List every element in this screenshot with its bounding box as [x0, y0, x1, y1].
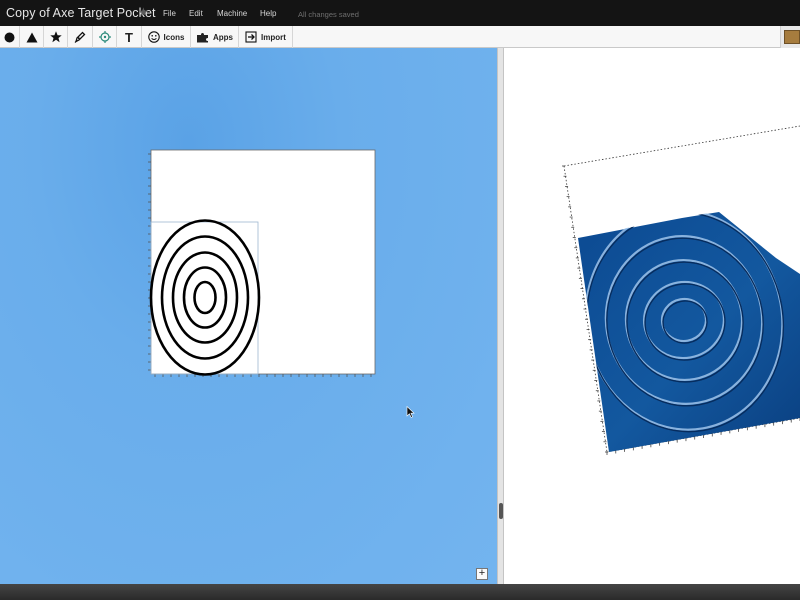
- material-swatch[interactable]: [784, 30, 800, 44]
- menu-machine[interactable]: Machine: [217, 9, 247, 18]
- smiley-icon: [147, 31, 160, 43]
- star-icon: [49, 31, 62, 43]
- save-status: All changes saved: [298, 10, 359, 19]
- mouse-pointer-icon: [406, 406, 415, 418]
- carved-material: [578, 212, 800, 452]
- 3d-preview-pane[interactable]: [504, 48, 800, 584]
- menu-edit[interactable]: Edit: [189, 9, 203, 18]
- zoom-in-button[interactable]: +: [476, 568, 488, 580]
- pen-tool-button[interactable]: [68, 26, 93, 48]
- artboard: [148, 149, 376, 377]
- menu-help[interactable]: Help: [260, 9, 276, 18]
- import-label: Import: [261, 32, 286, 42]
- bottom-status-strip: [0, 584, 800, 600]
- target-tool-button[interactable]: [93, 26, 117, 48]
- menu-file[interactable]: File: [163, 9, 176, 18]
- import-icon: [245, 31, 257, 43]
- stock-outline-top: [563, 125, 800, 167]
- crosshair-icon: [98, 31, 111, 43]
- circle-tool-button[interactable]: [0, 26, 20, 48]
- triangle-tool-button[interactable]: [20, 26, 44, 48]
- pen-icon: [74, 31, 86, 43]
- text-tool-button[interactable]: T: [117, 26, 142, 48]
- puzzle-icon: [197, 32, 208, 42]
- divider-drag-handle[interactable]: [499, 503, 503, 519]
- apps-button[interactable]: Apps: [191, 26, 239, 48]
- shape-toolbar: T Icons Apps Import: [0, 26, 800, 48]
- triangle-icon: [26, 32, 37, 42]
- star-tool-button[interactable]: [44, 26, 68, 48]
- favorite-star-icon[interactable]: ★: [138, 5, 149, 19]
- design-canvas[interactable]: [0, 48, 497, 584]
- apps-label: Apps: [213, 32, 233, 42]
- document-title[interactable]: Copy of Axe Target Pocket: [6, 6, 156, 20]
- left-ruler-ticks: [148, 153, 151, 371]
- circle-icon: [4, 32, 15, 42]
- text-icon: T: [125, 29, 133, 45]
- import-button[interactable]: Import: [239, 26, 293, 48]
- icons-label: Icons: [163, 32, 185, 42]
- top-menu-bar: Copy of Axe Target Pocket ★ File Edit Ma…: [0, 0, 800, 26]
- bottom-ruler-ticks: [154, 374, 372, 377]
- 3d-preview: [562, 125, 800, 455]
- icons-button[interactable]: Icons: [142, 26, 191, 48]
